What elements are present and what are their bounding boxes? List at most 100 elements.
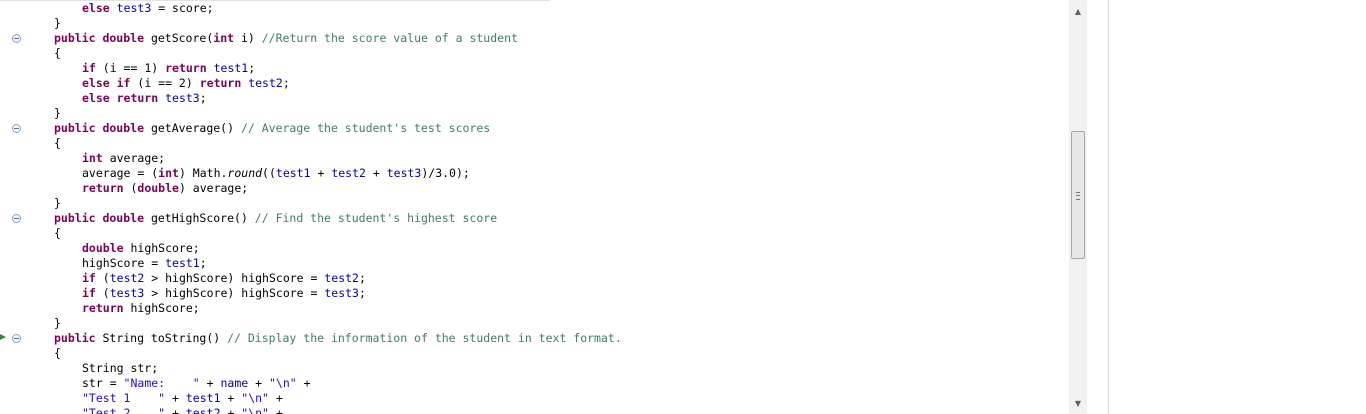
code-line: average = (int) Math.round((test1 + test… [54, 166, 1068, 181]
code-line: public String toString() // Display the … [54, 331, 1068, 346]
code-token: int [158, 166, 179, 180]
code-line: "Test 2 " + test2 + "\n" + [54, 406, 1068, 414]
code-token: = score; [151, 1, 214, 15]
code-line: } [54, 316, 1068, 331]
code-token: ; [248, 61, 256, 75]
code-line: } [54, 16, 1068, 31]
current-line-arrow-icon [0, 334, 6, 340]
code-token: str = [82, 376, 124, 390]
code-token: return [165, 61, 207, 75]
code-token: else [82, 1, 110, 15]
code-token: test2 [109, 271, 145, 285]
code-token: } [54, 16, 61, 30]
code-token: highScore = [82, 256, 166, 270]
code-token: else return [82, 91, 159, 105]
code-line: else test3 = score; [54, 1, 1068, 16]
code-token: public double [54, 31, 145, 45]
code-token: round [227, 166, 263, 180]
code-token: "\n" [268, 376, 297, 390]
code-token: + [268, 391, 283, 405]
code-token: test2 [248, 76, 283, 90]
code-line: } [54, 196, 1068, 211]
code-line: else return test3; [54, 91, 1068, 106]
code-line: if (i == 1) return test1; [54, 61, 1068, 76]
code-token: "Name: " [123, 376, 200, 390]
code-line: { [54, 136, 1068, 151]
code-token: ) Math. [178, 166, 228, 180]
code-token: { [54, 346, 61, 360]
code-token: average = ( [82, 166, 159, 180]
code-token: test2 [324, 271, 359, 285]
code-token: ( [95, 271, 110, 285]
code-token: (i == 1) [95, 61, 166, 75]
code-line: "Test 1 " + test1 + "\n" + [54, 391, 1068, 406]
code-token: String str; [82, 361, 159, 375]
code-token: return [82, 181, 124, 195]
code-token: { [54, 46, 61, 60]
code-token: getHighScore() [144, 211, 255, 225]
fold-collapse-icon[interactable] [12, 124, 21, 133]
scroll-up-arrow-icon[interactable]: ▲ [1069, 3, 1087, 20]
code-line: if (test2 > highScore) highScore = test2… [54, 271, 1068, 286]
code-token: return [199, 76, 242, 90]
code-token: "Test 2 " [82, 406, 166, 414]
code-token: test2 [185, 406, 221, 414]
code-token: highScore; [123, 241, 200, 255]
code-line: public double getScore(int i) //Return t… [54, 31, 1068, 46]
code-token: if [82, 286, 96, 300]
code-line: highScore = test1; [54, 256, 1068, 271]
code-token: int [82, 151, 103, 165]
code-token: test1 [275, 166, 311, 180]
code-token: public double [54, 121, 145, 135]
code-line: String str; [54, 361, 1068, 376]
scrollbar-thumb[interactable] [1071, 130, 1085, 259]
code-token: "\n" [241, 391, 269, 405]
code-token: String toString() [95, 331, 228, 345]
code-token: test1 [213, 61, 249, 75]
code-token: int [213, 31, 235, 45]
code-token: "\n" [241, 406, 269, 414]
fold-collapse-icon[interactable] [12, 334, 21, 343]
code-token: ( [123, 181, 138, 195]
code-token: test3 [165, 91, 200, 105]
code-token: // Average the student's test scores [240, 121, 491, 135]
code-token: else if [82, 76, 131, 90]
code-token: if [82, 271, 96, 285]
code-token: test3 [109, 286, 145, 300]
code-token: // Find the student's highest score [254, 211, 498, 225]
code-token: { [54, 136, 61, 150]
scroll-down-arrow-icon[interactable]: ▼ [1069, 395, 1087, 412]
code-line: { [54, 46, 1068, 61]
code-area[interactable]: else test3 = score;} public double getSco… [54, 1, 1068, 414]
code-token: double [82, 241, 124, 255]
code-token: + [268, 406, 283, 414]
code-token: (i == 2) [130, 76, 200, 90]
code-token: test3 [386, 166, 422, 180]
fold-collapse-icon[interactable] [12, 34, 21, 43]
code-token: return [82, 301, 124, 315]
code-line: { [54, 346, 1068, 361]
code-line: double highScore; [54, 241, 1068, 256]
code-token: + [165, 406, 186, 414]
code-token: ; [282, 76, 290, 90]
fold-collapse-icon[interactable] [12, 214, 21, 223]
vertical-scrollbar[interactable]: ▲ ▼ [1069, 0, 1087, 414]
grip-icon [1076, 191, 1080, 200]
code-token: )/3.0); [421, 166, 470, 180]
code-token: test3 [324, 286, 359, 300]
code-token: name [220, 376, 249, 390]
code-line: else if (i == 2) return test2; [54, 76, 1068, 91]
editor-gutter [0, 0, 40, 414]
code-token: } [54, 316, 61, 330]
code-line: int average; [54, 151, 1068, 166]
code-token: + [296, 376, 311, 390]
code-line: if (test3 > highScore) highScore = test3… [54, 286, 1068, 301]
code-editor[interactable]: else test3 = score;} public double getSco… [0, 0, 1109, 414]
code-token: + [165, 391, 186, 405]
code-token: (( [262, 166, 276, 180]
code-token: public double [54, 211, 145, 225]
code-token: "Test 1 " [82, 391, 166, 405]
code-token: { [54, 226, 61, 240]
